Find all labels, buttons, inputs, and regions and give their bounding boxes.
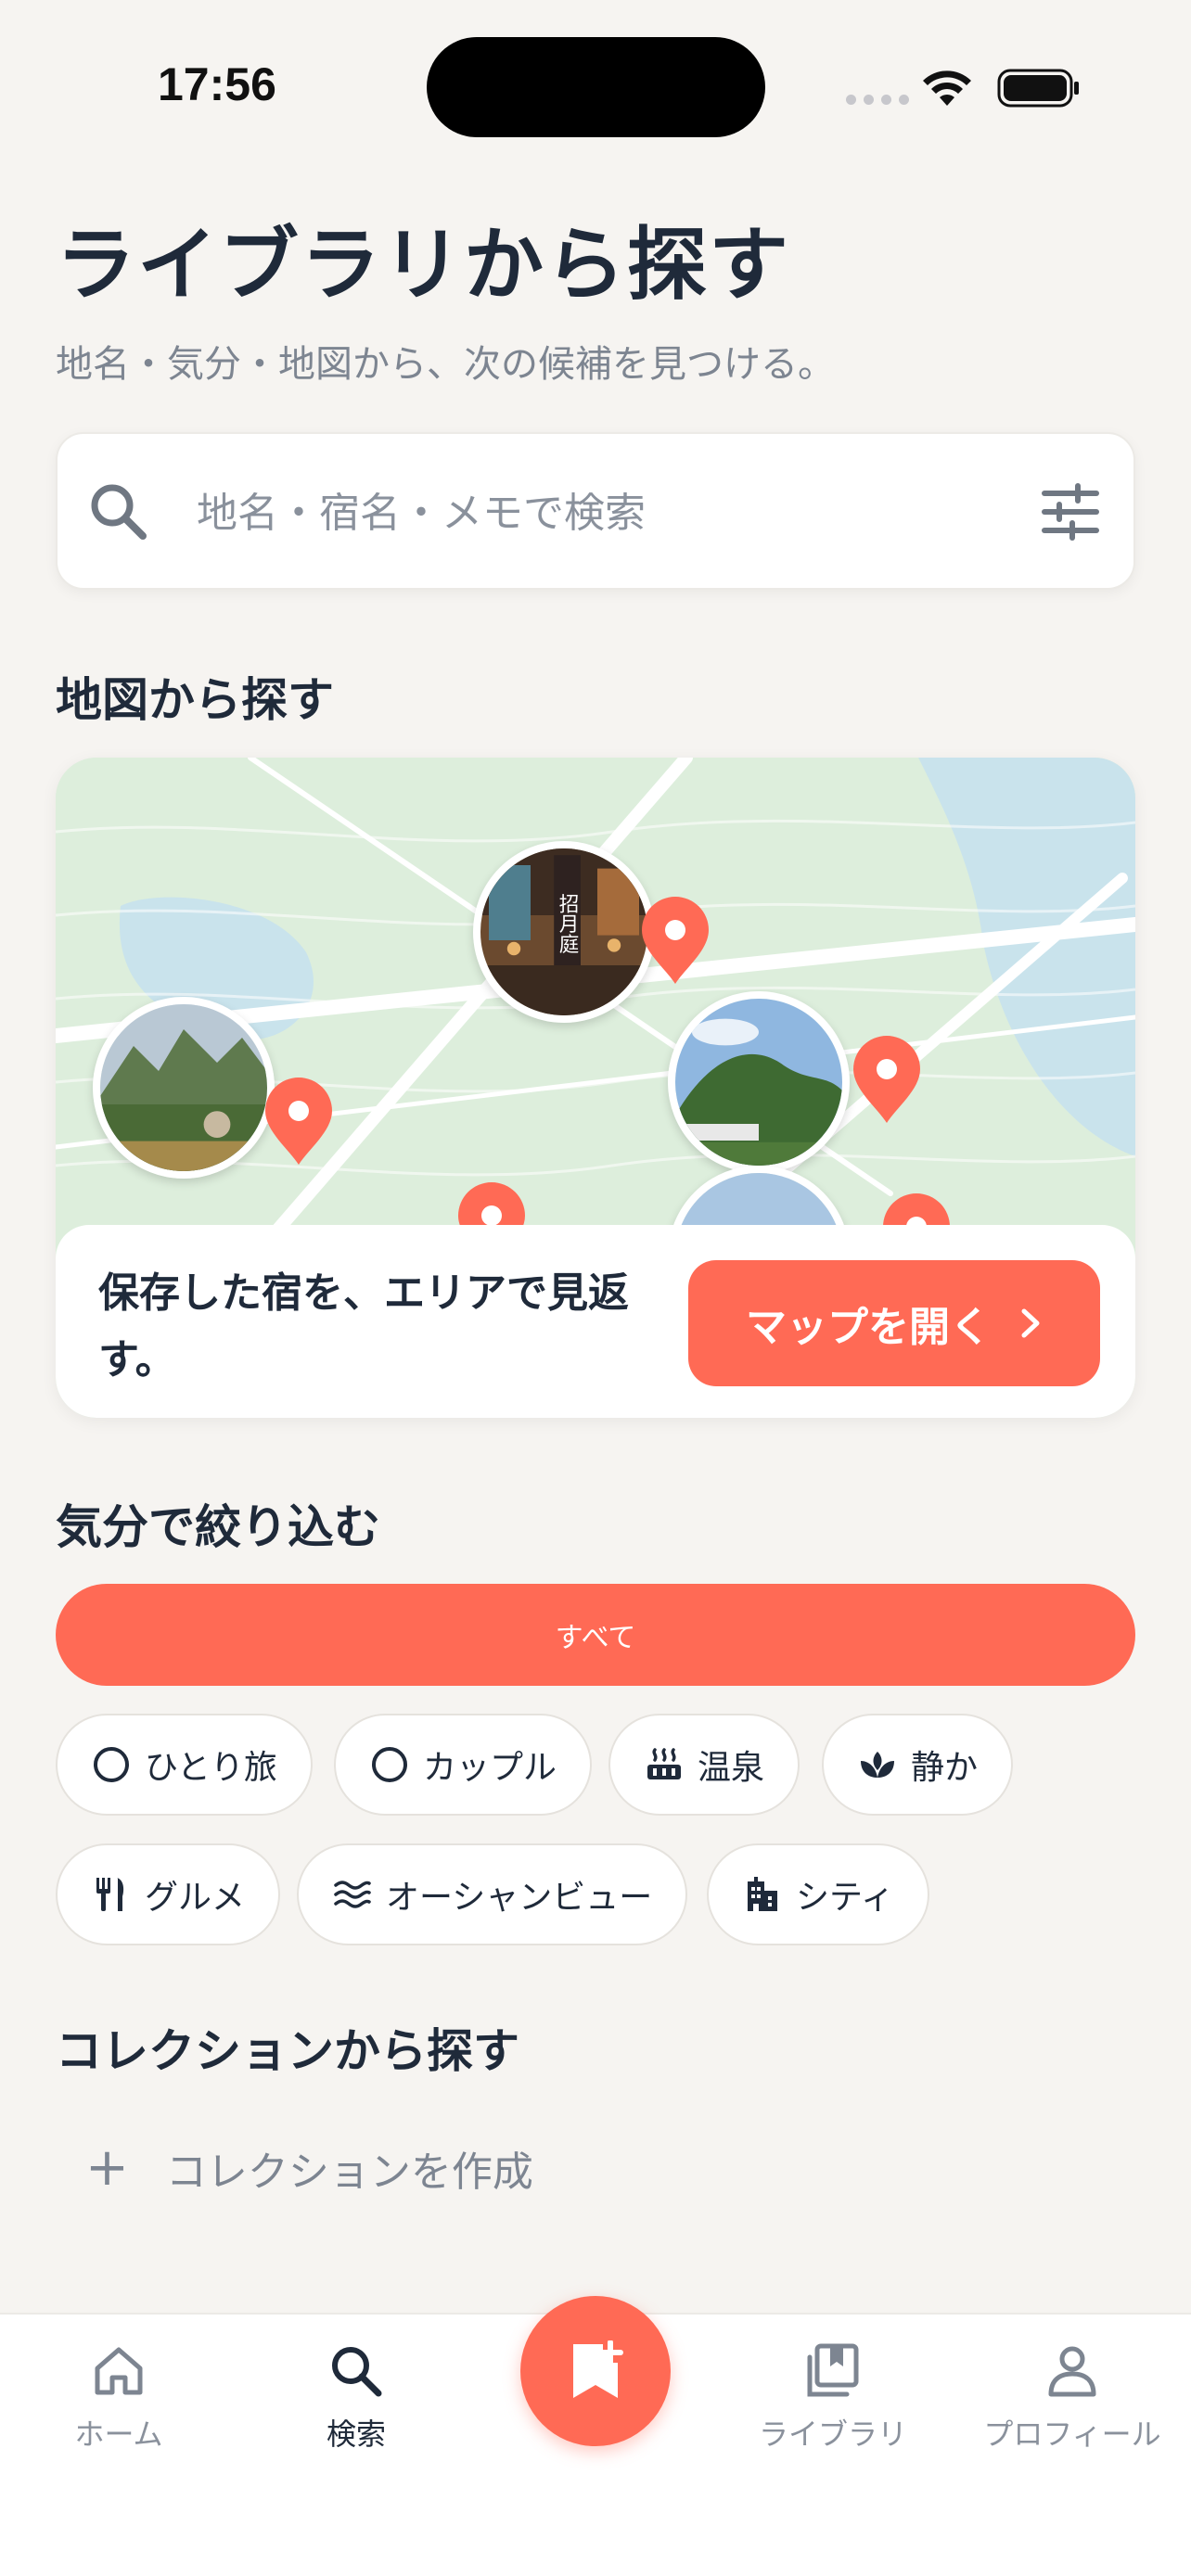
mood-chip-label: シティ xyxy=(796,1879,894,1917)
hotel-photo-hill-resort[interactable] xyxy=(668,991,850,1173)
lotus-icon xyxy=(861,1752,894,1778)
search-input[interactable] xyxy=(197,480,1013,545)
cellular-signal-icon xyxy=(846,95,909,105)
page-title: ライブラリから探す xyxy=(56,219,790,312)
mood-chip-quiet[interactable]: 静か xyxy=(822,1714,1014,1816)
waves-icon xyxy=(334,1881,371,1908)
map-pin-icon[interactable] xyxy=(262,1078,336,1167)
search-icon xyxy=(91,484,147,540)
bookmark-plus-icon xyxy=(573,2340,623,2398)
mood-chip-gourmet[interactable]: グルメ xyxy=(56,1843,281,1945)
page-subtitle: 地名・気分・地図から、次の候補を見つける。 xyxy=(56,343,835,386)
status-time: 17:56 xyxy=(158,58,276,110)
person-icon xyxy=(1048,2346,1096,2397)
chevron-right-icon xyxy=(1021,1308,1040,1338)
map-pin-icon[interactable] xyxy=(850,1036,924,1125)
mood-chip-city[interactable]: シティ xyxy=(707,1843,929,1945)
tab-search-label: 検索 xyxy=(326,2417,386,2452)
tab-library[interactable]: ライブラリ xyxy=(722,2342,944,2454)
tab-home[interactable]: ホーム xyxy=(7,2342,230,2454)
tab-home-label: ホーム xyxy=(74,2417,163,2452)
mood-chip-couple[interactable]: カップル xyxy=(334,1714,593,1816)
mood-chip-ocean-view[interactable]: オーシャンビュー xyxy=(297,1843,688,1945)
circle-icon xyxy=(372,1747,407,1782)
search-icon xyxy=(332,2347,382,2397)
tab-profile-label: プロフィール xyxy=(983,2417,1161,2452)
map-section-heading: 地図から探す xyxy=(56,673,334,727)
hotel-photo-interior[interactable]: 招月庭 xyxy=(473,841,655,1023)
mood-chip-solo[interactable]: ひとり旅 xyxy=(56,1714,313,1816)
collection-section-heading: コレクションから探す xyxy=(56,2024,519,2078)
hotel-photo-mountain-village[interactable] xyxy=(93,997,275,1179)
open-map-button[interactable]: マップを開く xyxy=(688,1260,1100,1386)
battery-icon xyxy=(997,69,1079,108)
mood-section-heading: 気分で絞り込む xyxy=(56,1500,380,1554)
mood-filter-all[interactable]: すべて xyxy=(56,1584,1135,1686)
home-icon xyxy=(95,2347,143,2395)
fork-knife-icon xyxy=(96,1878,124,1911)
map-card-footer: 保存した宿を、エリアで見返す。 マップを開く xyxy=(56,1225,1135,1418)
filter-sliders-icon[interactable] xyxy=(1041,482,1100,542)
mood-chip-label: カップル xyxy=(423,1749,557,1787)
tab-library-label: ライブラリ xyxy=(758,2417,907,2452)
library-bookmark-icon xyxy=(807,2343,859,2397)
create-collection-label: コレクションを作成 xyxy=(165,2149,533,2196)
add-bookmark-button[interactable] xyxy=(520,2296,671,2446)
open-map-button-label: マップを開く xyxy=(746,1304,991,1351)
mood-chip-label: ひとり旅 xyxy=(145,1749,277,1787)
circle-icon xyxy=(94,1747,129,1782)
mood-chip-label: グルメ xyxy=(145,1879,246,1917)
map-preview-card[interactable]: 招月庭 保存した宿を、エリアで見返す。 マップを開く xyxy=(56,758,1135,1418)
mood-chip-label: 温泉 xyxy=(698,1749,765,1787)
photo-sign-text: 招月庭 xyxy=(556,894,579,954)
map-caption: 保存した宿を、エリアで見返す。 xyxy=(98,1269,629,1384)
search-bar[interactable] xyxy=(56,432,1135,590)
hot-spring-icon xyxy=(647,1748,681,1779)
tab-search[interactable]: 検索 xyxy=(245,2342,467,2454)
plus-icon: + xyxy=(85,2137,129,2198)
map-pin-icon[interactable] xyxy=(638,897,712,986)
building-icon xyxy=(748,1877,777,1911)
mood-chip-label: オーシャンビュー xyxy=(386,1879,653,1917)
mood-chip-label: 静か xyxy=(911,1749,979,1787)
mood-chip-onsen[interactable]: 温泉 xyxy=(608,1714,800,1816)
create-collection-button[interactable]: + コレクションを作成 xyxy=(85,2138,533,2198)
wifi-icon xyxy=(923,70,971,106)
tab-profile[interactable]: プロフィール xyxy=(961,2342,1184,2454)
dynamic-island xyxy=(427,37,765,137)
